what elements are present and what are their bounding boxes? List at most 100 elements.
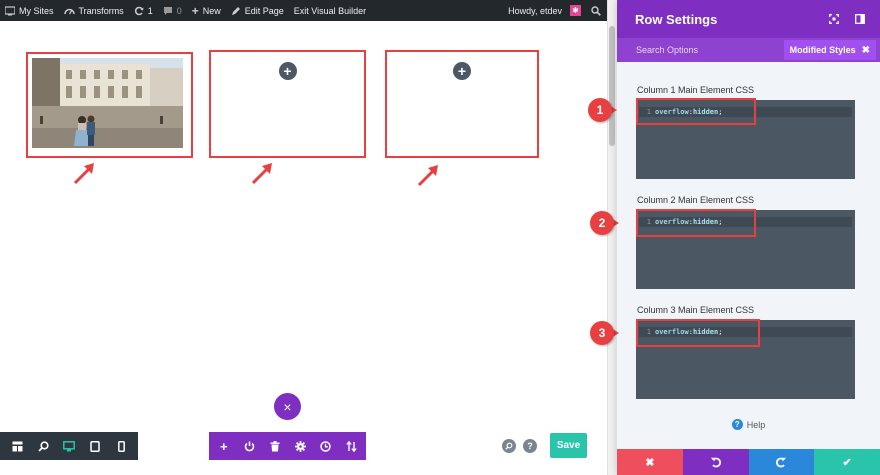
column-2[interactable]: + <box>209 50 366 158</box>
annotation-arrow-icon <box>417 165 438 187</box>
edit-page-link[interactable]: Edit Page <box>226 0 289 21</box>
my-sites-label: My Sites <box>19 5 54 16</box>
zoom-icon <box>37 440 49 452</box>
checkmark-icon: ✔ <box>842 456 852 469</box>
question-icon: ? <box>527 441 533 451</box>
view-mode-toolbar <box>0 432 138 460</box>
couple-photo <box>32 58 183 148</box>
column-2-css-label: Column 2 Main Element CSS <box>637 195 755 205</box>
code-highlight-1 <box>636 98 756 125</box>
street-scene-image <box>32 58 183 148</box>
tablet-view-button[interactable] <box>86 437 104 455</box>
add-module-button[interactable]: + <box>278 62 297 80</box>
history-button[interactable] <box>317 437 335 455</box>
annotation-arrow-icon <box>73 163 94 185</box>
panel-tabs: Search Options Modified Styles ✖ <box>617 38 880 62</box>
updates-count: 1 <box>147 5 153 16</box>
load-layout-button[interactable] <box>240 437 258 455</box>
site-name-menu[interactable]: Transforms <box>59 0 129 21</box>
save-button[interactable]: Save <box>550 433 587 458</box>
layout-icon <box>12 441 22 451</box>
new-label: New <box>202 5 221 16</box>
account-menu[interactable]: Howdy, etdev ✱ <box>503 0 586 21</box>
comments-menu[interactable]: 0 <box>158 0 187 21</box>
modified-styles-tab[interactable]: Modified Styles ✖ <box>783 40 876 60</box>
help-icon: ? <box>731 419 743 430</box>
comment-icon <box>163 6 172 15</box>
column-1[interactable] <box>26 52 193 158</box>
transfer-arrows-icon <box>346 440 357 452</box>
panel-footer: ✖ ✔ <box>617 449 880 475</box>
sites-icon <box>5 5 15 15</box>
power-icon <box>244 441 255 451</box>
my-sites-menu[interactable]: My Sites <box>0 0 59 21</box>
wp-admin-bar: My Sites Transforms 1 0 + New Edit Page … <box>0 0 607 21</box>
desktop-icon <box>63 440 75 451</box>
dashboard-icon <box>63 8 75 14</box>
column-3-css-label: Column 3 Main Element CSS <box>637 305 755 315</box>
gear-icon <box>294 440 306 452</box>
redo-icon <box>776 457 787 468</box>
redo-button[interactable] <box>748 449 815 475</box>
column-1-image[interactable] <box>32 58 183 148</box>
desktop-view-button[interactable] <box>60 437 78 455</box>
discard-button[interactable]: ✖ <box>617 449 683 475</box>
exit-builder-label: Exit Visual Builder <box>293 5 367 16</box>
edit-page-label: Edit Page <box>244 5 284 16</box>
search-options-tab[interactable]: Search Options <box>617 45 784 55</box>
phone-icon <box>117 440 125 452</box>
plus-icon: + <box>191 3 199 18</box>
page-settings-toolbar: + <box>209 432 366 460</box>
add-button[interactable]: + <box>215 437 233 455</box>
pencil-icon <box>231 6 240 15</box>
phone-view-button[interactable] <box>112 437 130 455</box>
help-link[interactable]: ? Help <box>617 419 880 430</box>
undo-icon <box>710 457 721 468</box>
modified-styles-label: Modified Styles <box>789 45 856 55</box>
updates-menu[interactable]: 1 <box>129 0 158 21</box>
avatar: ✱ <box>570 5 581 16</box>
search-icon <box>591 5 601 16</box>
fullscreen-icon <box>829 14 839 24</box>
comments-count: 0 <box>176 5 182 16</box>
plus-icon: + <box>219 438 228 454</box>
step-badge-3: 3 <box>590 321 614 345</box>
add-module-button[interactable]: + <box>453 62 471 80</box>
column-3[interactable]: + <box>385 50 539 158</box>
undo-button[interactable] <box>682 449 749 475</box>
expand-panel-button[interactable] <box>826 11 842 27</box>
admin-search[interactable] <box>586 0 607 21</box>
panel-header: Row Settings <box>617 0 880 38</box>
row-settings-panel: Row Settings Search Options Modified Sty… <box>617 0 880 475</box>
panel-title: Row Settings <box>635 11 718 27</box>
close-icon: ✖ <box>645 456 655 469</box>
wireframe-view-button[interactable] <box>8 437 26 455</box>
help-label: Help <box>746 419 766 430</box>
step-badge-2: 2 <box>590 211 614 235</box>
dock-panel-button[interactable] <box>852 11 868 27</box>
trash-icon <box>270 440 280 451</box>
search-icon <box>505 442 513 450</box>
column-1-css-label: Column 1 Main Element CSS <box>637 85 755 95</box>
exit-visual-builder-link[interactable]: Exit Visual Builder <box>289 0 371 21</box>
howdy-label: Howdy, etdev <box>508 5 562 16</box>
close-builder-button[interactable]: × <box>274 393 301 420</box>
clock-icon <box>320 440 331 452</box>
new-content-menu[interactable]: + New <box>187 0 226 21</box>
tablet-icon <box>90 440 100 452</box>
help-button[interactable]: ? <box>523 439 537 453</box>
close-icon[interactable]: ✖ <box>862 45 870 56</box>
clear-layout-button[interactable] <box>266 437 284 455</box>
step-badge-1: 1 <box>588 98 612 122</box>
save-settings-button[interactable]: ✔ <box>814 449 880 475</box>
portability-button[interactable] <box>342 437 360 455</box>
page-settings-button[interactable] <box>291 437 309 455</box>
annotation-arrow-icon <box>251 163 272 185</box>
zoom-view-button[interactable] <box>34 437 52 455</box>
updates-icon <box>134 6 144 15</box>
sidebar-icon <box>855 14 865 24</box>
scrollbar-thumb[interactable] <box>609 26 615 146</box>
code-highlight-2 <box>636 209 756 237</box>
site-name-label: Transforms <box>78 5 124 16</box>
zoom-search-button[interactable] <box>502 439 516 453</box>
